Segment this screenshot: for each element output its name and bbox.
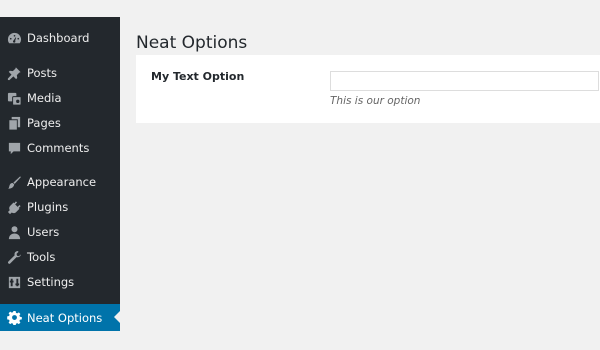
text-option-input[interactable] [330, 71, 599, 91]
sidebar-item-appearance[interactable]: Appearance [0, 169, 120, 195]
sidebar-item-label: Neat Options [27, 310, 103, 325]
wrench-icon [6, 249, 22, 265]
field-label: My Text Option [151, 70, 245, 83]
pin-icon [6, 65, 22, 81]
sidebar-item-label: Pages [27, 116, 61, 130]
sidebar-item-label: Dashboard [27, 31, 90, 45]
field-description: This is our option [330, 95, 421, 107]
pages-icon [6, 115, 22, 131]
sidebar-item-pages[interactable]: Pages [0, 110, 120, 136]
sidebar-item-label: Plugins [27, 200, 69, 214]
sidebar-item-label: Settings [27, 275, 75, 289]
sidebar-item-posts[interactable]: Posts [0, 60, 120, 86]
comment-icon [6, 140, 22, 156]
sidebar-item-dashboard[interactable]: Dashboard [0, 25, 120, 51]
sidebar-item-label: Comments [27, 141, 90, 155]
settings-icon [6, 274, 22, 290]
dashboard-icon [6, 30, 22, 46]
gear-icon [6, 309, 22, 325]
current-menu-arrow [114, 311, 120, 323]
user-icon [6, 224, 22, 240]
sidebar-item-comments[interactable]: Comments [0, 135, 120, 161]
sidebar-item-label: Users [27, 225, 60, 239]
page-title: Neat Options [136, 33, 248, 53]
sidebar-item-plugins[interactable]: Plugins [0, 194, 120, 220]
plug-icon [6, 199, 22, 215]
brush-icon [6, 174, 22, 190]
sidebar-item-settings[interactable]: Settings [0, 269, 120, 295]
sidebar-item-neat-options[interactable]: Neat Options [0, 304, 120, 331]
sidebar-item-label: Media [27, 91, 62, 105]
sidebar-item-label: Tools [27, 250, 56, 264]
sidebar-item-label: Posts [27, 66, 58, 80]
media-icon [6, 90, 22, 106]
sidebar-item-media[interactable]: Media [0, 85, 120, 111]
settings-form: My Text Option This is our option [136, 55, 600, 123]
sidebar-item-users[interactable]: Users [0, 219, 120, 245]
sidebar-item-tools[interactable]: Tools [0, 244, 120, 270]
admin-sidebar: Dashboard Posts Media Pages Comments App… [0, 17, 120, 331]
sidebar-item-label: Appearance [27, 175, 97, 189]
